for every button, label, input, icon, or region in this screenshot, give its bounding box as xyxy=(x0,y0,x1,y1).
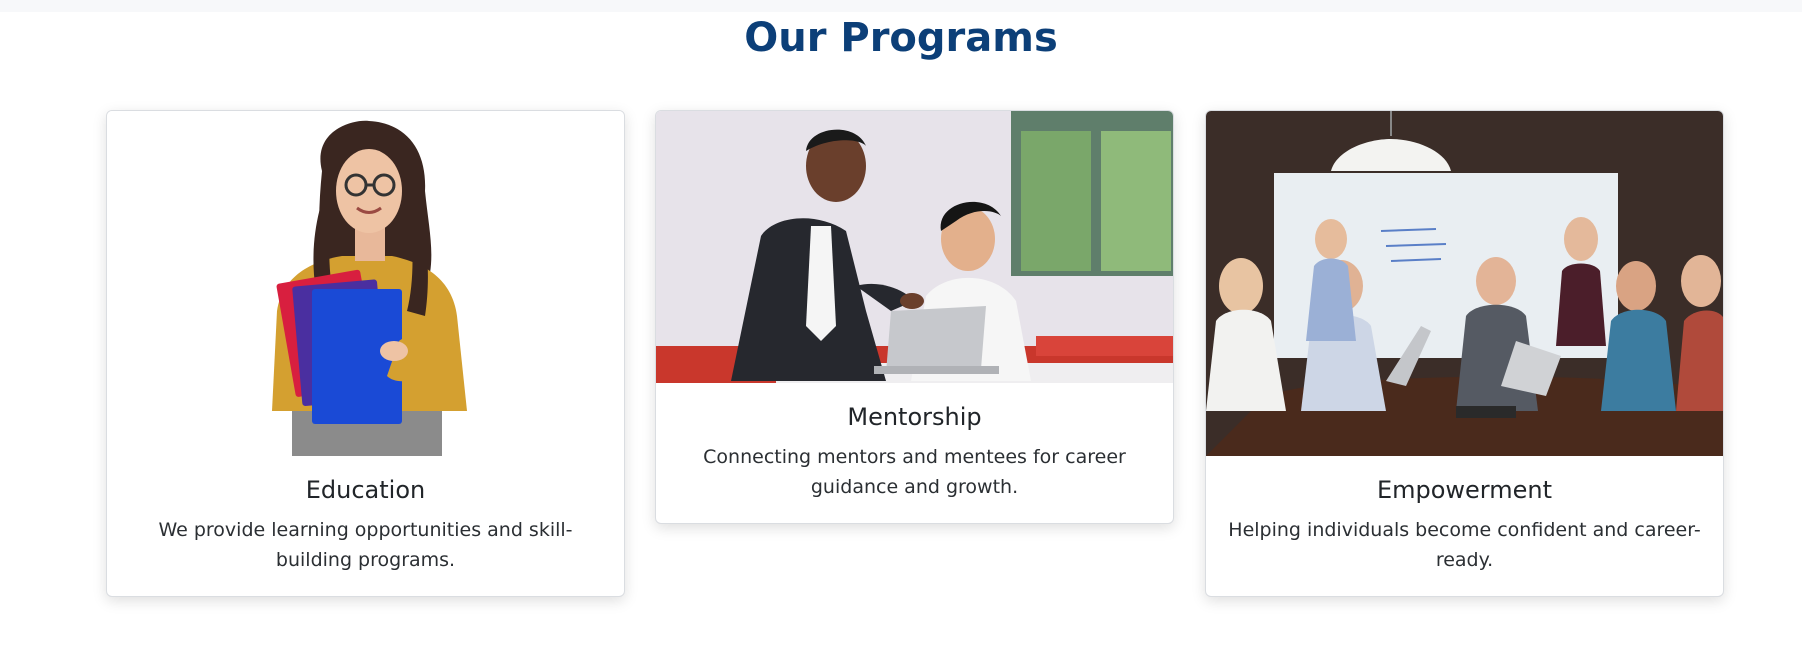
education-title: Education xyxy=(305,476,426,504)
program-card-education[interactable]: Education We provide learning opportunit… xyxy=(106,110,625,597)
education-card-body: Education We provide learning opportunit… xyxy=(107,456,624,575)
empowerment-description: Helping individuals become confident and… xyxy=(1228,519,1701,571)
program-card-mentorship[interactable]: Mentorship Connecting mentors and mentee… xyxy=(655,110,1174,524)
page-top-strip xyxy=(0,0,1802,12)
mentorship-description: Connecting mentors and mentees for caree… xyxy=(703,446,1126,498)
mentorship-title: Mentorship xyxy=(847,403,982,431)
education-description: We provide learning opportunities and sk… xyxy=(158,519,573,571)
mentorship-card-body: Mentorship Connecting mentors and mentee… xyxy=(656,383,1173,502)
empowerment-title: Empowerment xyxy=(1376,476,1553,504)
mentorship-image xyxy=(656,111,1173,383)
empowerment-card-body: Empowerment Helping individuals become c… xyxy=(1206,456,1723,575)
education-image xyxy=(107,111,624,456)
section-title: Our Programs xyxy=(744,15,1058,61)
empowerment-image xyxy=(1206,111,1723,456)
program-card-empowerment[interactable]: Empowerment Helping individuals become c… xyxy=(1205,110,1724,597)
